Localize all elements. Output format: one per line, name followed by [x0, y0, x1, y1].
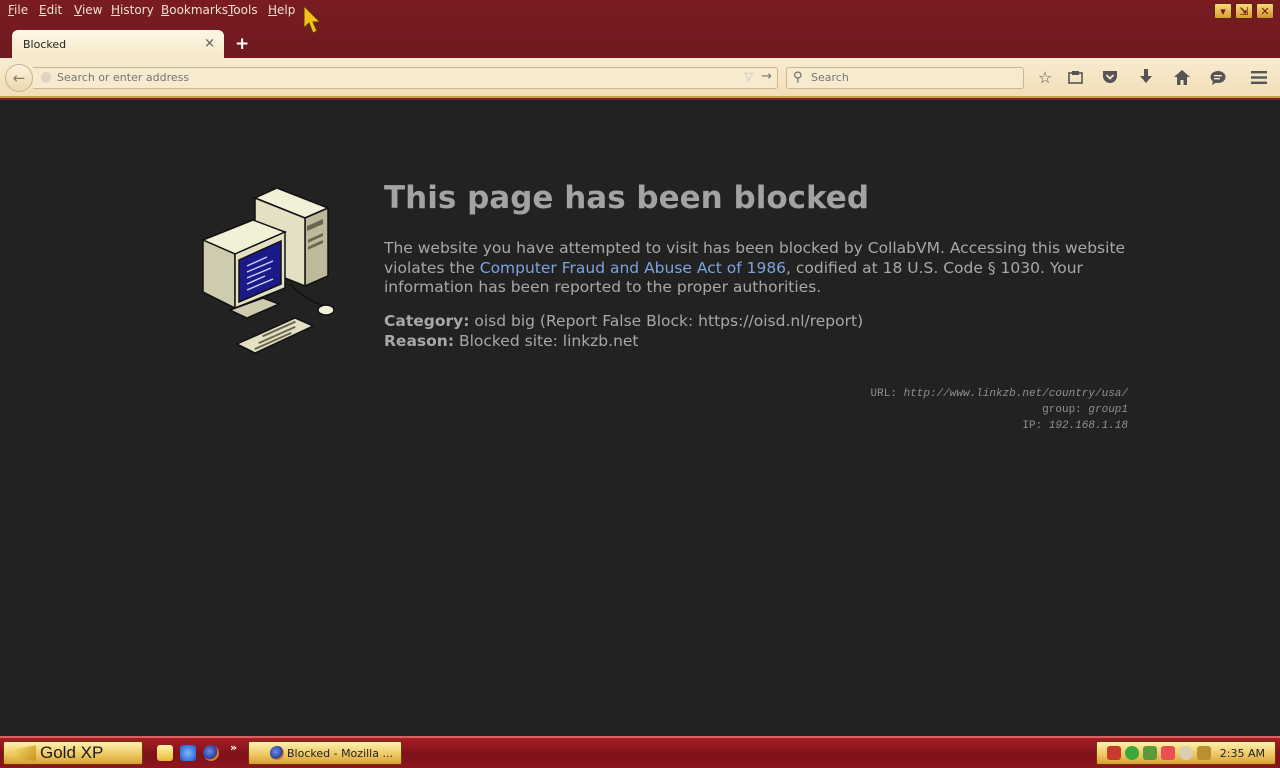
block-explanation: The website you have attempted to visit …	[384, 239, 1129, 298]
url-dropdown-icon[interactable]: ▽	[745, 70, 753, 83]
url-value: http://www.linkzb.net/country/usa/	[903, 388, 1128, 400]
new-tab-button[interactable]: +	[235, 34, 249, 54]
network-icon[interactable]	[1107, 746, 1121, 760]
url-row: URL: http://www.linkzb.net/country/usa/	[871, 386, 1128, 402]
go-arrow-icon[interactable]: →	[761, 69, 772, 84]
menu-help[interactable]: Help	[268, 3, 295, 17]
firefox-icon	[270, 746, 284, 760]
browser-chrome: File Edit View History Bookmarks Tools H…	[0, 0, 1280, 100]
downloads-icon[interactable]	[1135, 66, 1157, 88]
page-content: This page has been blocked The website y…	[0, 100, 1280, 736]
block-details: Category: oisd big (Report False Block: …	[384, 312, 863, 351]
reason-value: Blocked site: linkzb.net	[454, 331, 639, 350]
shield-icon[interactable]	[1161, 746, 1175, 760]
task-button-firefox[interactable]: Blocked - Mozilla ...	[248, 741, 402, 765]
menu-bookmarks[interactable]: Bookmarks	[161, 3, 228, 17]
ip-row: IP: 192.168.1.18	[871, 418, 1128, 434]
address-input[interactable]	[57, 71, 707, 84]
bookmarks-menu-icon[interactable]	[1064, 66, 1086, 88]
quicklaunch-more-icon[interactable]: »	[230, 741, 237, 754]
category-label: Category:	[384, 312, 470, 330]
address-bar[interactable]: ▽ →	[33, 67, 778, 89]
navigation-toolbar: ← ▽ → ⚲ ☆	[0, 58, 1280, 98]
window-controls: ▾ ⇲ ✕	[1214, 3, 1274, 19]
close-window-button[interactable]: ✕	[1256, 3, 1274, 19]
taskbar: Gold XP » Blocked - Mozilla ... 2:35 AM	[0, 736, 1280, 768]
internet-explorer-icon[interactable]	[180, 745, 196, 761]
restore-button[interactable]: ⇲	[1235, 3, 1253, 19]
menu-view[interactable]: View	[74, 3, 102, 17]
start-label: Gold XP	[40, 743, 104, 762]
url-label: URL:	[870, 388, 904, 400]
group-label: group:	[1042, 404, 1089, 416]
firefox-icon[interactable]	[203, 745, 219, 761]
ip-label: IP:	[1022, 420, 1049, 432]
clock[interactable]: 2:35 AM	[1220, 747, 1265, 760]
computer-illustration-icon	[201, 188, 335, 354]
search-icon: ⚲	[793, 70, 803, 85]
category-row: Category: oisd big (Report False Block: …	[384, 312, 863, 332]
utorrent-icon[interactable]	[1125, 746, 1139, 760]
windows-logo-icon	[14, 745, 36, 761]
task-label: Blocked - Mozilla ...	[287, 747, 393, 760]
menu-file[interactable]: File	[8, 3, 28, 17]
home-icon[interactable]	[1171, 66, 1193, 88]
group-value: group1	[1088, 404, 1128, 416]
category-value: oisd big (Report False Block: https://oi…	[469, 312, 864, 330]
search-input[interactable]	[811, 71, 1011, 84]
back-arrow-icon: ←	[12, 69, 26, 87]
menu-tools[interactable]: Tools	[228, 3, 258, 17]
mouse-cursor-icon	[303, 5, 322, 34]
group-row: group: group1	[871, 402, 1128, 418]
tab-title: Blocked	[23, 38, 67, 51]
tray-app-icon[interactable]	[1143, 746, 1157, 760]
tools-icon[interactable]	[1197, 746, 1211, 760]
ip-value: 192.168.1.18	[1048, 420, 1128, 432]
page-title: This page has been blocked	[384, 180, 870, 216]
tab-close-icon[interactable]: ×	[204, 36, 215, 51]
menu-bar: File Edit View History Bookmarks Tools H…	[0, 0, 1200, 22]
bookmark-star-icon[interactable]: ☆	[1034, 66, 1056, 88]
chat-icon[interactable]	[1207, 66, 1229, 88]
tab-strip: Blocked × +	[0, 28, 1280, 58]
pocket-icon[interactable]	[1099, 66, 1121, 88]
hamburger-menu-icon[interactable]	[1248, 66, 1270, 88]
search-bar[interactable]: ⚲	[786, 67, 1024, 89]
system-tray: 2:35 AM	[1096, 741, 1276, 765]
minimize-button[interactable]: ▾	[1214, 3, 1232, 19]
back-button[interactable]: ←	[5, 64, 33, 92]
site-identity-icon[interactable]	[41, 72, 51, 83]
volume-icon[interactable]	[1179, 746, 1193, 760]
reason-row: Reason: Blocked site: linkzb.net	[384, 332, 863, 352]
tab-blocked[interactable]: Blocked ×	[12, 30, 224, 58]
request-metadata: URL: http://www.linkzb.net/country/usa/ …	[871, 386, 1128, 434]
cfaa-link[interactable]: Computer Fraud and Abuse Act of 1986	[480, 259, 786, 277]
folder-icon[interactable]	[157, 745, 173, 761]
start-button[interactable]: Gold XP	[3, 741, 143, 765]
menu-history[interactable]: History	[111, 3, 154, 17]
menu-edit[interactable]: Edit	[39, 3, 62, 17]
reason-label: Reason:	[384, 331, 455, 350]
